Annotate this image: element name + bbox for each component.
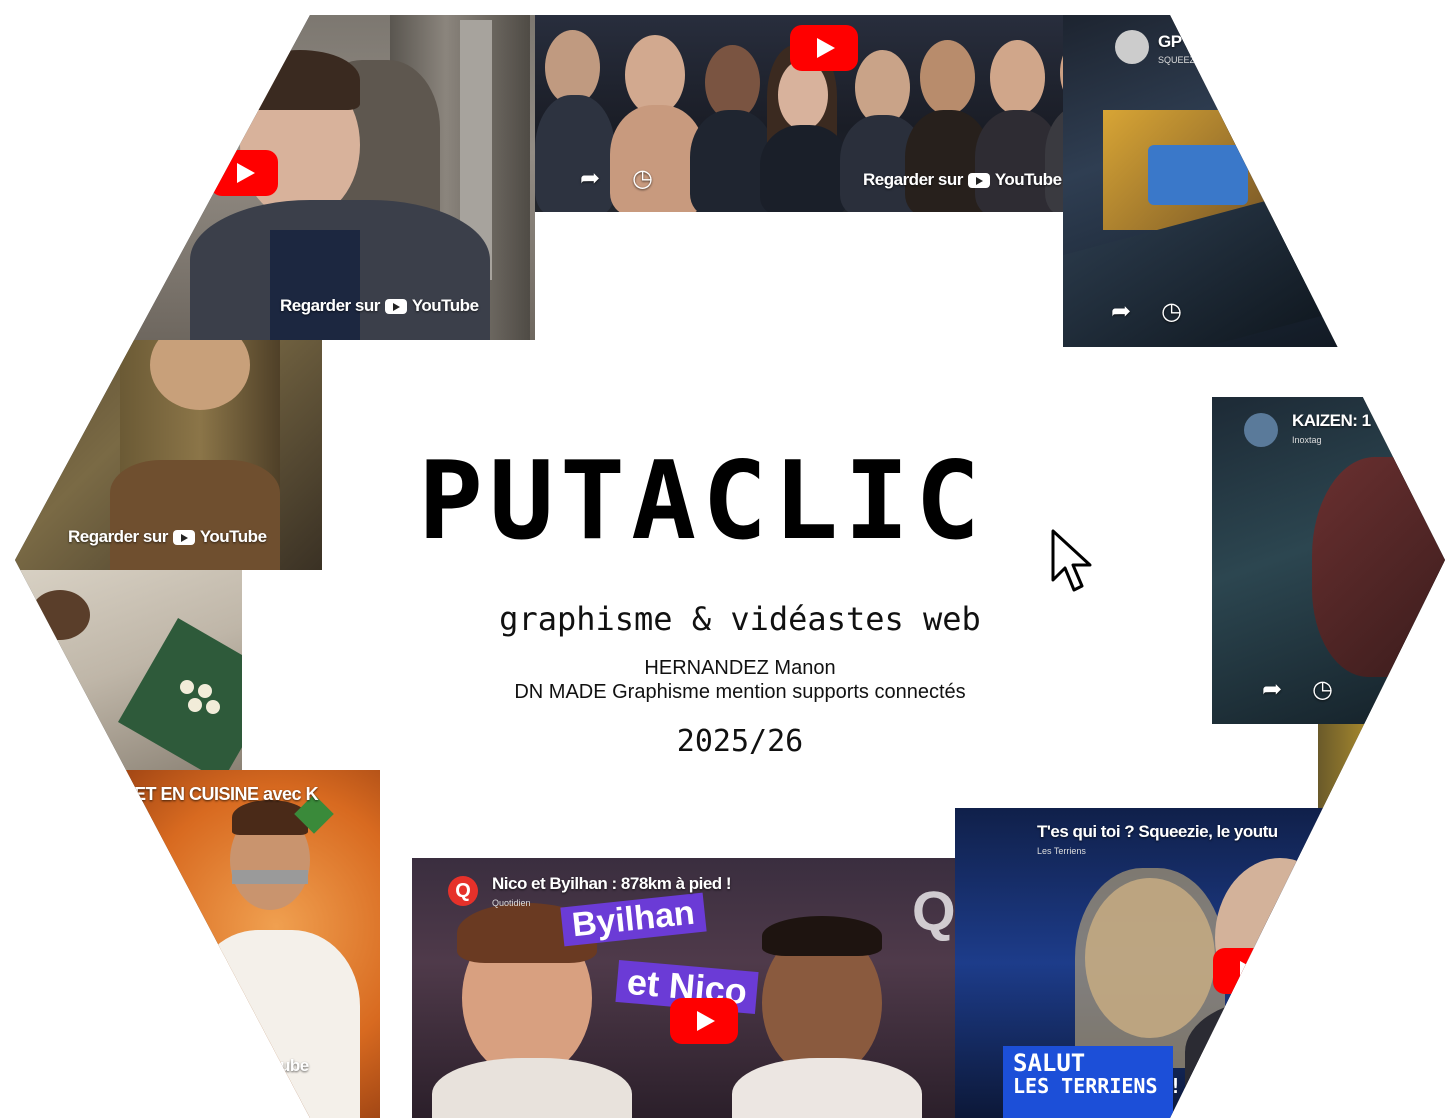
share-icon[interactable]: ➦: [1111, 297, 1131, 325]
share-icon[interactable]: ➦: [580, 164, 600, 192]
hexagon-collage: Regarder sur YouTube ➦ ◷ Regarder sur Yo: [15, 15, 1445, 1118]
channel-name[interactable]: Quotidien: [492, 898, 531, 908]
play-icon[interactable]: [670, 998, 738, 1044]
video-thumbnail-elephants[interactable]: Regarder sur YouTube: [130, 15, 535, 340]
watch-on-youtube-link[interactable]: Regarder sur YouTube: [280, 296, 479, 316]
video-thumbnail-gp[interactable]: GP I SQUEEZIE ➦ ◷: [1063, 15, 1445, 347]
video-thumbnail-les-terriens[interactable]: T'es qui toi ? Squeezie, le youtu Les Te…: [955, 808, 1445, 1118]
salut-les-terriens-logo: SALUT LES TERRIENS !: [1003, 1046, 1182, 1118]
youtube-logo-icon: [967, 172, 990, 188]
channel-avatar[interactable]: [1244, 413, 1278, 447]
salut-text: SALUT: [1013, 1049, 1086, 1077]
video-thumbnail-boxers[interactable]: ➦ ◷ Regarder sur YouTube: [535, 15, 1120, 212]
author-name: HERNANDEZ Manon: [644, 657, 836, 679]
author-program: DN MADE Graphisme mention supports conne…: [514, 681, 966, 703]
watch-later-icon[interactable]: ◷: [1161, 297, 1182, 325]
video-title[interactable]: T'es qui toi ? Squeezie, le youtu: [1037, 822, 1278, 842]
page-title: PUTACLIC: [418, 439, 987, 564]
watch-on-youtube-link[interactable]: Regarder sur YouTube: [863, 170, 1062, 190]
youtube-logo-icon: [384, 298, 407, 314]
watch-label: Regarder sur: [280, 296, 380, 315]
youtube-label: ube: [280, 1056, 309, 1075]
video-thumbnail-cuisine[interactable]: ET EN CUISINE avec K ube: [120, 770, 380, 1118]
play-icon[interactable]: [1213, 948, 1281, 994]
video-title[interactable]: ET EN CUISINE avec K: [134, 784, 319, 805]
channel-name[interactable]: Les Terriens: [1037, 846, 1086, 856]
play-icon[interactable]: [210, 150, 278, 196]
academic-year: 2025/26: [676, 724, 804, 759]
subtitle: graphisme & vidéastes web: [499, 600, 981, 638]
author-info: HERNANDEZ Manon DN MADE Graphisme mentio…: [15, 656, 1445, 704]
video-title[interactable]: Nico et Byilhan : 878km à pied !: [492, 874, 732, 894]
watch-label: Regarder sur: [68, 527, 168, 546]
video-title[interactable]: KAIZEN: 1: [1292, 411, 1371, 431]
watch-label: Regarder sur: [863, 170, 963, 189]
youtube-logo-icon: [172, 529, 195, 545]
youtube-label: YouTube: [199, 527, 267, 546]
quotidien-logo[interactable]: Q: [448, 876, 478, 906]
video-thumbnail-nico-byilhan[interactable]: Byilhan et Nico Q Nico et Byilhan : 878k…: [412, 858, 1012, 1118]
les-terriens-text: LES TERRIENS !: [1013, 1074, 1182, 1098]
watch-on-youtube-link[interactable]: ube: [280, 1056, 309, 1076]
channel-name[interactable]: Inoxtag: [1292, 435, 1322, 445]
youtube-label: YouTube: [411, 296, 479, 315]
channel-name[interactable]: SQUEEZIE: [1158, 55, 1204, 65]
channel-avatar[interactable]: [1115, 30, 1149, 64]
youtube-label: YouTube: [994, 170, 1062, 189]
watch-later-icon[interactable]: ◷: [632, 164, 653, 192]
video-title[interactable]: GP I: [1158, 32, 1190, 52]
watch-on-youtube-link[interactable]: Regarder sur YouTube: [68, 527, 267, 547]
play-icon[interactable]: [790, 25, 858, 71]
cursor-icon: [1051, 529, 1092, 592]
